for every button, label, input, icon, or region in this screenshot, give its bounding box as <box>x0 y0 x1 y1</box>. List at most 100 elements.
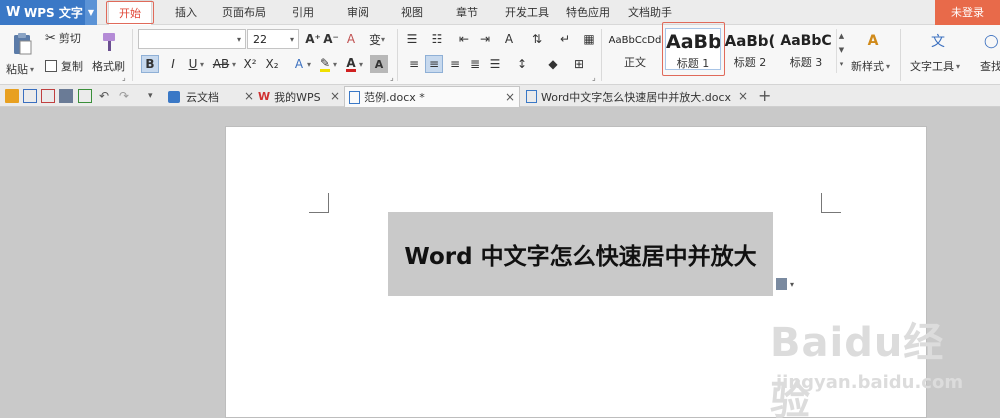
separator <box>601 29 602 81</box>
shrink-font-button[interactable]: A⁻ <box>322 30 340 48</box>
style-normal[interactable]: AaBbCcDd 正文 <box>607 28 663 70</box>
close-icon[interactable]: × <box>244 89 254 103</box>
chevron-down-icon[interactable]: ▾ <box>307 60 311 69</box>
tab-page-layout[interactable]: 页面布局 <box>222 0 266 25</box>
borders-icon[interactable]: ⊞ <box>570 55 588 73</box>
bold-button[interactable]: B <box>141 55 159 73</box>
strikethrough-button[interactable]: AB <box>211 55 231 73</box>
redo-icon[interactable]: ↷ <box>119 89 133 103</box>
text-tools-icon[interactable]: 文 <box>927 30 949 52</box>
tab-view[interactable]: 视图 <box>401 0 423 25</box>
chevron-down-icon[interactable]: ▾ <box>200 60 204 69</box>
text-effect-icon[interactable]: A <box>290 55 308 73</box>
style-heading2[interactable]: AaBb( 标题 2 <box>722 28 778 70</box>
style-normal-name: 正文 <box>624 56 646 69</box>
align-center-icon[interactable]: ≡ <box>425 55 443 73</box>
paste-icon[interactable] <box>8 29 36 59</box>
save-icon[interactable] <box>23 89 37 103</box>
phonetic-guide-button[interactable]: 变 ▾ <box>366 30 388 48</box>
print-preview-icon[interactable] <box>78 89 92 103</box>
style-heading3[interactable]: AaBbC 标题 3 <box>778 28 834 70</box>
cut-label: 剪切 <box>58 32 81 45</box>
align-left-icon[interactable]: ≡ <box>405 55 423 73</box>
close-icon[interactable]: × <box>330 89 340 103</box>
style-gallery-scroll[interactable]: ▲ ▼ ▾ <box>836 29 846 73</box>
tab-developer[interactable]: 开发工具 <box>505 0 549 25</box>
text-tools-button[interactable]: 文字工具 ▾ <box>910 58 960 74</box>
italic-button[interactable]: I <box>164 55 182 73</box>
format-painter-icon[interactable] <box>96 29 122 55</box>
grow-font-button[interactable]: A⁺ <box>304 30 322 48</box>
font-color-icon[interactable]: A <box>342 55 360 73</box>
bullet-list-icon[interactable]: ☰ <box>403 30 421 48</box>
clear-format-button[interactable]: A <box>342 30 360 48</box>
font-size-select[interactable]: 22 ▾ <box>247 29 299 49</box>
paragraph-shading-icon[interactable]: ◆ <box>544 55 562 73</box>
table-icon[interactable]: ▦ <box>580 30 598 48</box>
paste-button[interactable]: 粘贴 ▾ <box>6 61 34 77</box>
distribute-icon[interactable]: ☰ <box>486 55 504 73</box>
paste-label: 粘贴 <box>6 63 28 76</box>
open-icon[interactable] <box>5 89 19 103</box>
separator <box>397 29 398 81</box>
app-menu-button[interactable]: W WPS 文字 <box>0 0 97 25</box>
chevron-down-icon[interactable]: ▾ <box>359 60 363 69</box>
font-name-select[interactable]: ▾ <box>138 29 246 49</box>
tab-example-doc[interactable]: 范例.docx * × <box>344 86 520 107</box>
close-icon[interactable]: × <box>738 89 748 103</box>
tab-references[interactable]: 引用 <box>292 0 314 25</box>
new-style-button[interactable]: 新样式 ▾ <box>851 58 890 74</box>
align-right-icon[interactable]: ≡ <box>446 55 464 73</box>
selected-heading[interactable]: Word 中文字怎么快速居中并放大 <box>388 212 773 296</box>
highlight-start-tab <box>106 1 154 24</box>
export-pdf-icon[interactable] <box>41 89 55 103</box>
font-expand-icon[interactable]: ⌟ <box>390 73 394 82</box>
find-icon[interactable]: ◯ <box>984 31 1000 51</box>
tab-my-wps[interactable]: W 我的WPS × <box>258 86 344 107</box>
print-icon[interactable] <box>59 89 73 103</box>
clipboard-icon <box>776 278 787 290</box>
app-menu-dropdown-icon[interactable]: ▼ <box>85 0 97 25</box>
justify-icon[interactable]: ≣ <box>466 55 484 73</box>
line-spacing-icon[interactable]: ↕ <box>513 55 531 73</box>
tab-label: 范例.docx * <box>364 91 425 104</box>
increase-indent-icon[interactable]: ⇥ <box>476 30 494 48</box>
numbered-list-icon[interactable]: ☷ <box>428 30 446 48</box>
customize-toolbar-icon[interactable]: ▾ <box>148 89 162 103</box>
format-painter-button[interactable]: 格式刷 <box>92 58 125 74</box>
find-button[interactable]: 查找 <box>980 58 1000 74</box>
tab-features[interactable]: 特色应用 <box>566 0 610 25</box>
tab-label: Word中文字怎么快速居中并放大.docx <box>541 90 732 104</box>
login-button[interactable]: 未登录 <box>935 0 1000 25</box>
style-normal-sample: AaBbCcDd <box>608 35 662 46</box>
char-spacing-icon[interactable]: A <box>500 30 518 48</box>
undo-icon[interactable]: ↶ <box>99 89 113 103</box>
chevron-down-icon: ▾ <box>236 34 241 44</box>
subscript-button[interactable]: X₂ <box>263 55 281 73</box>
watermark-brand: Baidu经验 <box>770 320 945 418</box>
superscript-button[interactable]: X² <box>241 55 259 73</box>
tab-cloud-docs[interactable]: 云文档 × <box>168 86 258 107</box>
tab-insert[interactable]: 插入 <box>175 0 197 25</box>
chevron-down-icon[interactable]: ▾ <box>333 60 337 69</box>
style-heading3-name: 标题 3 <box>789 56 823 69</box>
new-tab-icon[interactable]: + <box>758 88 772 104</box>
show-marks-icon[interactable]: ↵ <box>556 30 574 48</box>
close-icon[interactable]: × <box>505 90 515 104</box>
cloud-icon <box>168 90 180 103</box>
decrease-indent-icon[interactable]: ⇤ <box>455 30 473 48</box>
new-style-icon[interactable]: A <box>860 30 886 52</box>
character-shading-icon[interactable]: A <box>370 55 388 73</box>
chevron-down-icon[interactable]: ▾ <box>232 60 236 69</box>
cut-button[interactable]: ✂ 剪切 <box>45 30 81 46</box>
tab-sections[interactable]: 章节 <box>456 0 478 25</box>
tab-review[interactable]: 审阅 <box>347 0 369 25</box>
paragraph-expand-icon[interactable]: ⌟ <box>592 73 596 82</box>
paste-options-button[interactable]: ▾ <box>776 276 804 292</box>
clipboard-expand-icon[interactable]: ⌟ <box>122 73 126 82</box>
highlight-icon[interactable]: ✎ <box>316 55 334 73</box>
copy-button[interactable]: 复制 <box>45 58 83 74</box>
sort-icon[interactable]: ⇅ <box>528 30 546 48</box>
margin-corner-top-left <box>309 193 329 213</box>
tab-word-doc[interactable]: Word中文字怎么快速居中并放大.docx × <box>522 86 752 107</box>
